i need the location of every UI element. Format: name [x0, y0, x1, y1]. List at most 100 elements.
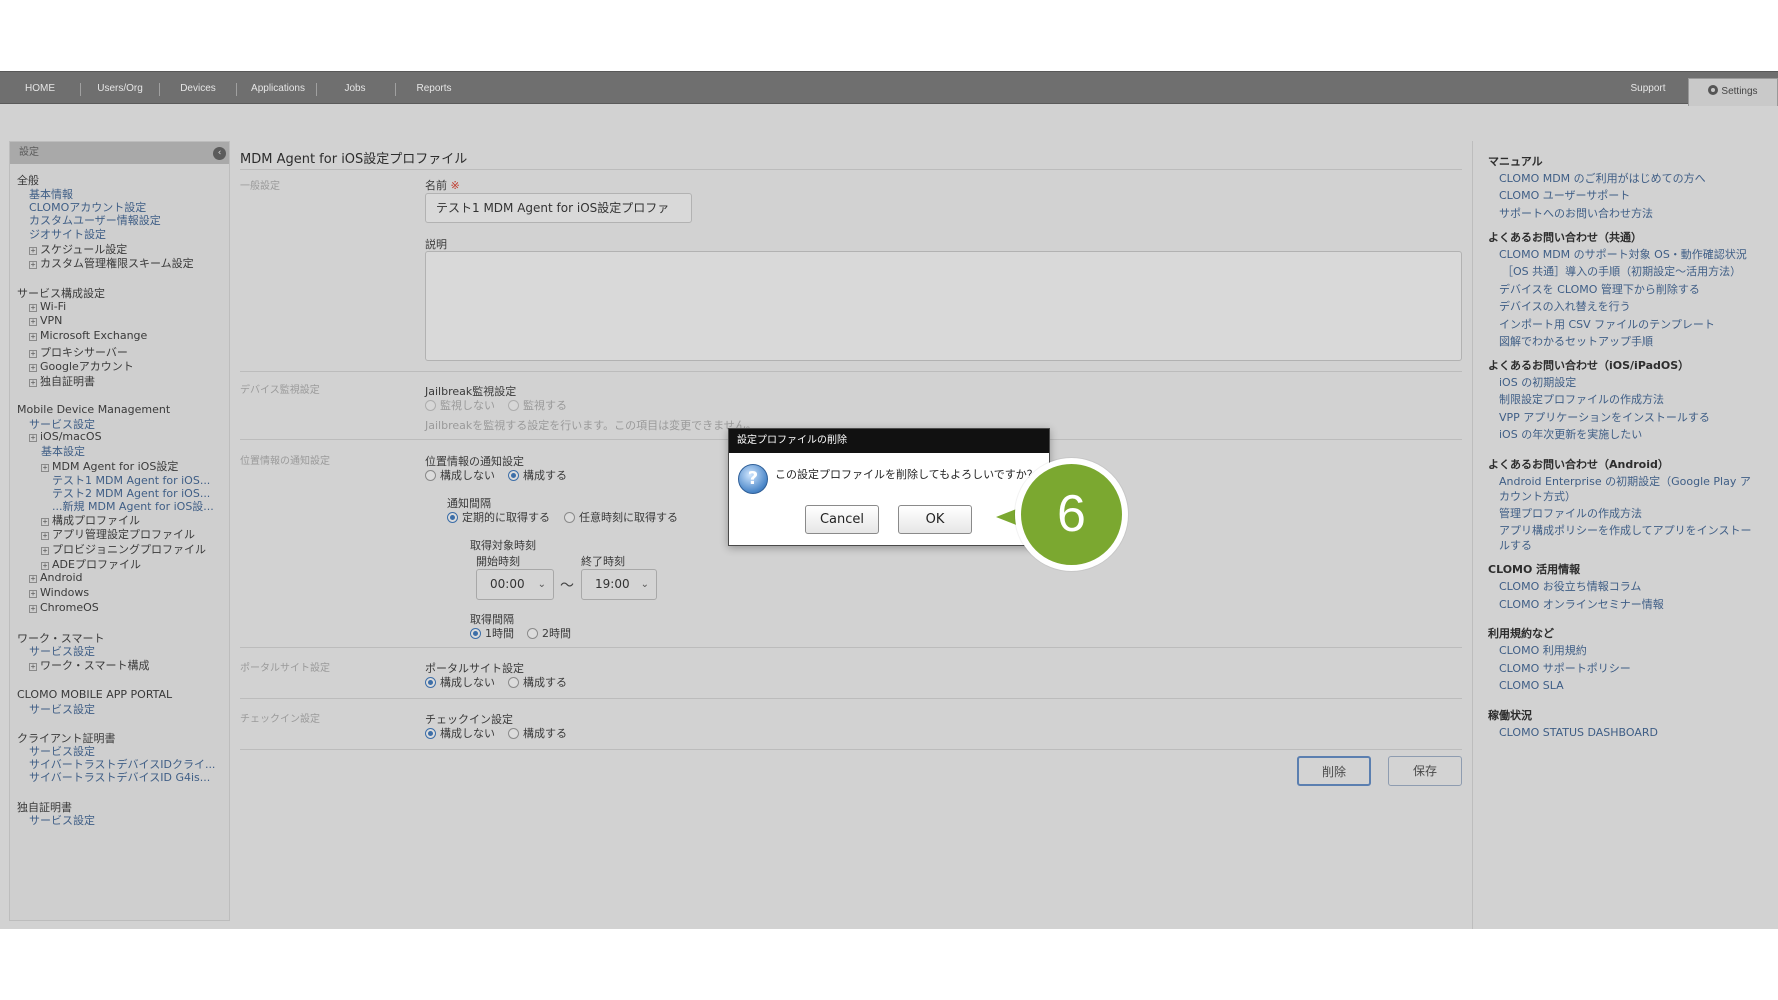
manual-link-user-support[interactable]: CLOMO ユーザーサポート [1499, 188, 1759, 203]
name-input[interactable]: テスト1 MDM Agent for iOS設定プロファ [425, 193, 692, 223]
nav-separator [316, 83, 317, 96]
sidebar-item-label: Windows [40, 586, 90, 599]
expand-icon[interactable]: + [29, 605, 37, 613]
sidebar-item[interactable]: ジオサイト設定 [29, 226, 106, 242]
gear-icon [1708, 85, 1719, 95]
checkin-off-radio[interactable]: 構成しない [425, 727, 495, 740]
nav-tab-reports[interactable]: Reports [406, 72, 462, 105]
expand-icon[interactable]: + [41, 518, 49, 526]
nav-tab-jobs[interactable]: Jobs [328, 72, 382, 105]
sidebar-item[interactable]: + ワーク・スマート構成 [29, 657, 149, 673]
expand-icon[interactable]: + [41, 562, 49, 570]
checkin-on-radio[interactable]: 構成する [508, 727, 567, 740]
usage-link[interactable]: CLOMO お役立ち情報コラム [1499, 579, 1759, 594]
faq-android-link[interactable]: アプリ構成ポリシーを作成してアプリをインストールする [1499, 523, 1759, 553]
faq-ios-link[interactable]: VPP アプリケーションをインストールする [1499, 410, 1759, 425]
nav-settings-tab[interactable]: Settings [1688, 78, 1778, 106]
expand-icon[interactable]: + [29, 575, 37, 583]
sidebar-item[interactable]: + VPN [29, 314, 62, 327]
manual-link-contact[interactable]: サポートへのお問い合わせ方法 [1499, 206, 1759, 221]
sidebar-item-label: ADEプロファイル [52, 558, 141, 571]
expand-icon[interactable]: + [29, 590, 37, 598]
page-title: MDM Agent for iOS設定プロファイル [240, 152, 468, 167]
sidebar-item[interactable]: + 独自証明書 [29, 373, 95, 389]
faq-ios-link[interactable]: 制限設定プロファイルの作成方法 [1499, 392, 1759, 407]
description-textarea[interactable] [425, 251, 1462, 361]
sidebar-item[interactable]: 基本設定 [41, 443, 85, 459]
expand-icon[interactable]: + [29, 663, 37, 671]
portal-on-radio[interactable]: 構成する [508, 676, 567, 689]
status-dashboard-link[interactable]: CLOMO STATUS DASHBOARD [1499, 725, 1759, 740]
ok-button[interactable]: OK [898, 505, 972, 534]
radio-label: 1時間 [485, 627, 514, 640]
expand-icon[interactable]: + [41, 532, 49, 540]
sidebar-item-label: Wi-Fi [40, 300, 67, 313]
location-on-radio[interactable]: 構成する [508, 469, 567, 482]
nav-tab-applications[interactable]: Applications [244, 72, 312, 105]
nav-support[interactable]: Support [1620, 72, 1676, 105]
faq-android-link[interactable]: Android Enterprise の初期設定（Google Play アカウ… [1499, 474, 1759, 504]
expand-icon[interactable]: + [29, 434, 37, 442]
interval-anytime-radio[interactable]: 任意時刻に取得する [564, 511, 678, 524]
delete-button[interactable]: 削除 [1297, 756, 1371, 786]
nav-tab-users-org[interactable]: Users/Org [88, 72, 152, 105]
terms-link[interactable]: CLOMO SLA [1499, 678, 1759, 693]
sidebar-item[interactable]: サービス設定 [29, 812, 95, 828]
faq-ios-link[interactable]: iOS の年次更新を実施したい [1499, 427, 1759, 442]
expand-icon[interactable]: + [41, 464, 49, 472]
terms-link[interactable]: CLOMO 利用規約 [1499, 643, 1759, 658]
sidebar-item[interactable]: サービス設定 [29, 701, 95, 717]
sidebar-item[interactable]: + Wi-Fi [29, 300, 66, 313]
checkin-label: チェックイン設定 [425, 713, 513, 726]
section-device-monitor-label: デバイス監視設定 [240, 385, 320, 396]
terms-link[interactable]: CLOMO サポートポリシー [1499, 661, 1759, 676]
gap-2h-radio[interactable]: 2時間 [527, 627, 571, 640]
expand-icon[interactable]: + [29, 304, 37, 312]
faq-android-link[interactable]: 管理プロファイルの作成方法 [1499, 506, 1759, 521]
usage-link[interactable]: CLOMO オンラインセミナー情報 [1499, 597, 1759, 612]
start-time-select[interactable]: 00:00 ⌄ [476, 569, 554, 600]
faq-common-link[interactable]: デバイスの入れ替えを行う [1499, 299, 1759, 314]
expand-icon[interactable]: + [29, 333, 37, 341]
portal-off-radio[interactable]: 構成しない [425, 676, 495, 689]
radio-icon [425, 470, 436, 481]
nav-tab-devices[interactable]: Devices [170, 72, 226, 105]
collapse-sidebar-icon[interactable]: ‹ [213, 147, 226, 160]
faq-common-link[interactable]: 図解でわかるセットアップ手順 [1499, 334, 1759, 349]
nav-tab-home[interactable]: HOME [14, 72, 66, 105]
expand-icon[interactable]: + [41, 547, 49, 555]
section-location-label: 位置情報の通知設定 [240, 456, 330, 467]
sidebar-item[interactable]: + プロビジョニングプロファイル [41, 541, 206, 557]
sidebar-item[interactable]: + ChromeOS [29, 601, 99, 614]
sidebar-item[interactable]: + アプリ管理設定プロファイル [41, 526, 195, 542]
expand-icon[interactable]: + [29, 318, 37, 326]
expand-icon[interactable]: + [29, 261, 37, 269]
interval-periodic-radio[interactable]: 定期的に取得する [447, 511, 550, 524]
name-label-text: 名前 [425, 179, 447, 192]
expand-icon[interactable]: + [29, 379, 37, 387]
sidebar-item[interactable]: + iOS/macOS [29, 430, 102, 443]
expand-icon[interactable]: + [29, 364, 37, 372]
sidebar-item[interactable]: サイバートラストデバイスID G4is... [29, 769, 210, 785]
sidebar-item[interactable]: + カスタム管理権限スキーム設定 [29, 255, 194, 271]
expand-icon[interactable]: + [29, 350, 37, 358]
sidebar-item[interactable]: + Windows [29, 586, 89, 599]
expand-icon[interactable]: + [29, 247, 37, 255]
faq-common-link[interactable]: インポート用 CSV ファイルのテンプレート [1499, 317, 1759, 332]
sidebar-item[interactable]: + Microsoft Exchange [29, 329, 147, 342]
sidebar-item[interactable]: + Android [29, 571, 83, 584]
faq-ios-link[interactable]: iOS の初期設定 [1499, 375, 1759, 390]
save-button[interactable]: 保存 [1388, 756, 1462, 786]
manual-link-first-time[interactable]: CLOMO MDM のご利用がはじめての方へ [1499, 171, 1759, 186]
sidebar-item-label: Googleアカウント [40, 360, 134, 373]
sidebar-item-label: サービス構成設定 [17, 287, 105, 300]
gap-1h-radio[interactable]: 1時間 [470, 627, 514, 640]
faq-common-link[interactable]: ［OS 共通］導入の手順（初期設定〜活用方法） [1502, 264, 1762, 279]
sidebar-item[interactable]: + Googleアカウント [29, 358, 134, 374]
faq-common-link[interactable]: CLOMO MDM のサポート対象 OS・動作確認状況 [1499, 247, 1759, 262]
sidebar-item[interactable]: + ADEプロファイル [41, 556, 141, 572]
location-off-radio[interactable]: 構成しない [425, 469, 495, 482]
faq-common-link[interactable]: デバイスを CLOMO 管理下から削除する [1499, 282, 1759, 297]
cancel-button[interactable]: Cancel [805, 505, 879, 534]
end-time-select[interactable]: 19:00 ⌄ [581, 569, 657, 600]
